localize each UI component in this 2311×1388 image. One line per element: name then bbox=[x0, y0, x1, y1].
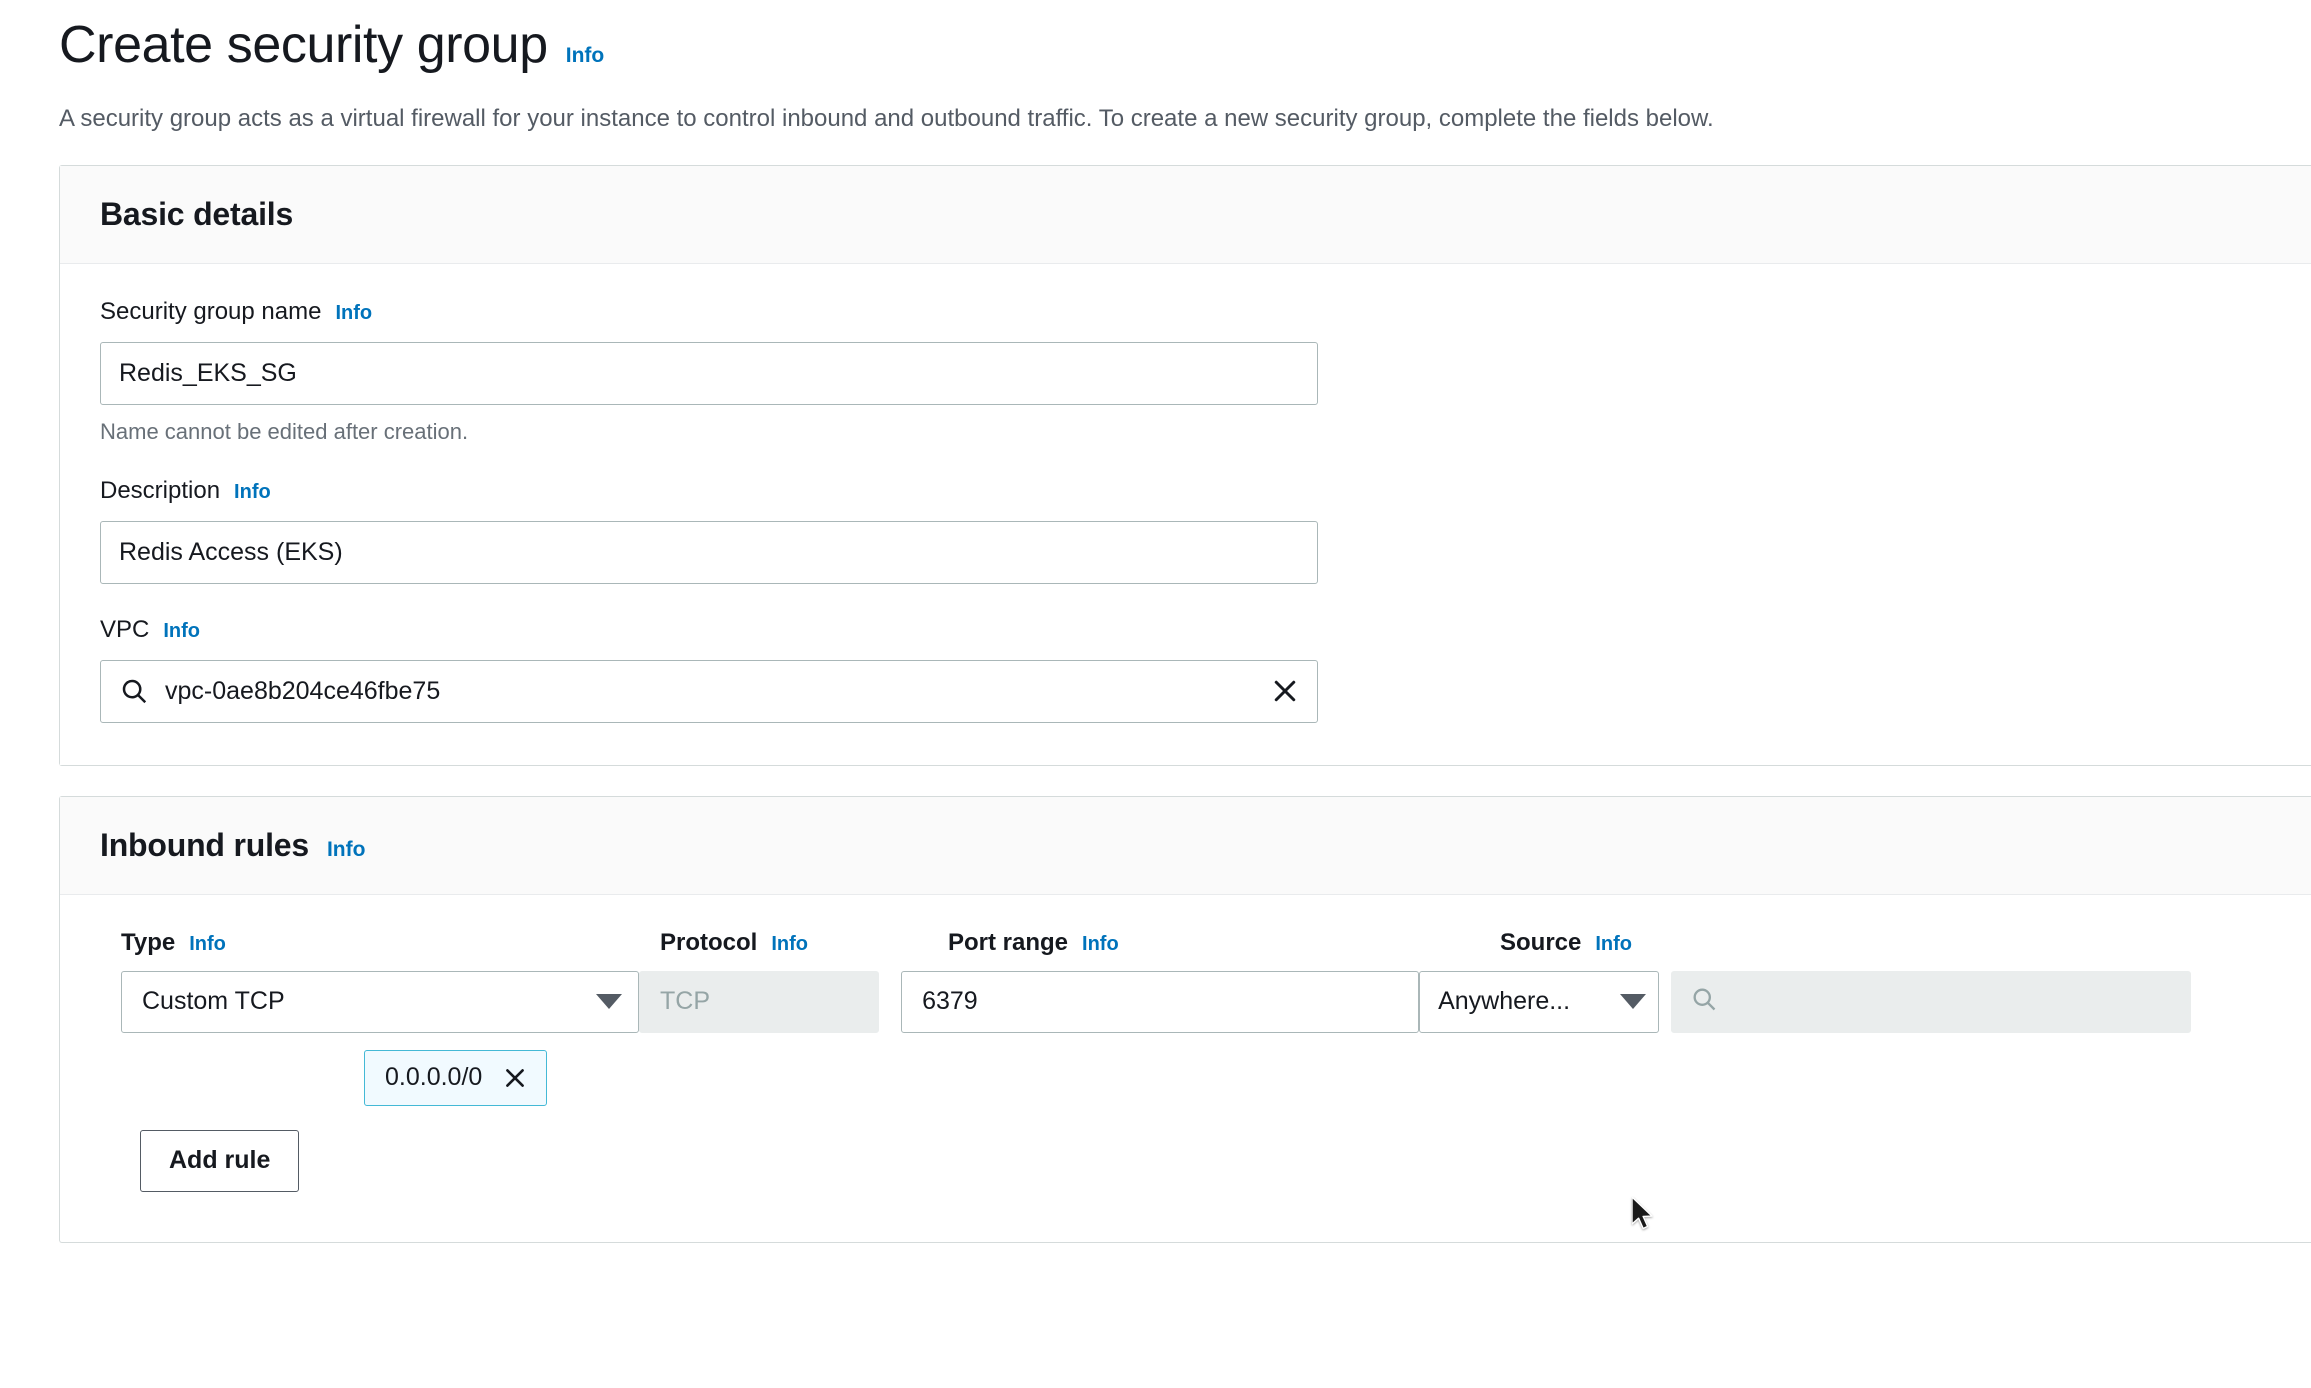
chevron-down-icon bbox=[1620, 994, 1647, 1010]
inbound-rules-table: Type Info Protocol Info Port range Info bbox=[60, 895, 2311, 1242]
source-token[interactable]: 0.0.0.0/0 bbox=[364, 1049, 548, 1106]
inbound-rules-column-headers: Type Info Protocol Info Port range Info bbox=[100, 895, 2311, 957]
create-security-group-page: Create security group Info A security gr… bbox=[0, 0, 2311, 1388]
type-info-link[interactable]: Info bbox=[189, 933, 226, 956]
vpc-combobox[interactable]: vpc-0ae8b204ce46fbe75 bbox=[100, 659, 1318, 723]
basic-details-header: Basic details bbox=[60, 165, 2311, 264]
page-description: A security group acts as a virtual firew… bbox=[59, 104, 1714, 132]
security-group-name-label: Security group name bbox=[100, 297, 322, 325]
source-info-link[interactable]: Info bbox=[1595, 933, 1632, 956]
rule-protocol-input: TCP bbox=[639, 970, 879, 1033]
security-group-name-input[interactable]: Redis_EKS_SG bbox=[100, 341, 1318, 405]
rule-source-value: Anywhere... bbox=[1438, 987, 1571, 1016]
description-input[interactable]: Redis Access (EKS) bbox=[100, 520, 1318, 584]
inbound-rules-card: Inbound rules Info Type Info Protocol In… bbox=[59, 795, 2311, 1243]
basic-details-body: Security group name Info Redis_EKS_SG Na… bbox=[60, 263, 2311, 765]
rule-source-search-input[interactable] bbox=[1671, 970, 2192, 1033]
add-rule-button[interactable]: Add rule bbox=[140, 1129, 300, 1192]
search-icon bbox=[117, 674, 151, 708]
close-icon[interactable] bbox=[1257, 663, 1313, 719]
description-info-link[interactable]: Info bbox=[234, 481, 271, 504]
rule-port-range-input[interactable]: 6379 bbox=[901, 970, 1420, 1033]
inbound-rule-row: Custom TCP TCP 6379 Anywhere... bbox=[100, 970, 2311, 1033]
inbound-rules-header: Inbound rules Info bbox=[60, 796, 2311, 895]
add-rule-row: Add rule bbox=[100, 1129, 2311, 1192]
chevron-down-icon bbox=[596, 994, 622, 1010]
basic-details-card: Basic details Security group name Info R… bbox=[59, 164, 2311, 766]
column-header-port-range: Port range bbox=[948, 928, 1069, 956]
column-header-source: Source bbox=[1500, 928, 1582, 956]
description-field: Description Info Redis Access (EKS) bbox=[100, 477, 2311, 584]
security-group-name-info-link[interactable]: Info bbox=[335, 302, 372, 325]
vpc-selected-value: vpc-0ae8b204ce46fbe75 bbox=[165, 676, 441, 705]
rule-source-select[interactable]: Anywhere... bbox=[1419, 970, 1660, 1033]
column-header-type: Type bbox=[121, 928, 176, 956]
page-header: Create security group Info A security gr… bbox=[0, 0, 2311, 135]
inbound-rules-title: Inbound rules bbox=[100, 826, 309, 863]
rule-source-token-row: 0.0.0.0/0 bbox=[100, 1049, 2311, 1106]
close-icon[interactable] bbox=[498, 1061, 532, 1095]
description-label: Description bbox=[100, 476, 221, 504]
page-info-link[interactable]: Info bbox=[566, 44, 604, 68]
search-icon bbox=[1690, 985, 1718, 1018]
basic-details-title: Basic details bbox=[100, 195, 294, 232]
page-title: Create security group bbox=[59, 16, 548, 74]
protocol-info-link[interactable]: Info bbox=[771, 933, 808, 956]
page-title-row: Create security group Info bbox=[59, 18, 2311, 73]
rule-type-select[interactable]: Custom TCP bbox=[121, 970, 639, 1033]
port-range-info-link[interactable]: Info bbox=[1082, 933, 1119, 956]
security-group-name-field: Security group name Info Redis_EKS_SG Na… bbox=[100, 298, 2311, 445]
inbound-rules-info-link[interactable]: Info bbox=[327, 838, 365, 862]
source-token-label: 0.0.0.0/0 bbox=[385, 1063, 483, 1092]
column-header-protocol: Protocol bbox=[660, 928, 758, 956]
rule-type-value: Custom TCP bbox=[142, 987, 285, 1016]
vpc-label: VPC bbox=[100, 615, 150, 643]
vpc-info-link[interactable]: Info bbox=[163, 620, 200, 643]
security-group-name-hint: Name cannot be edited after creation. bbox=[100, 418, 469, 444]
vpc-field: VPC Info vpc-0ae8b204ce46fbe75 bbox=[100, 616, 2311, 723]
